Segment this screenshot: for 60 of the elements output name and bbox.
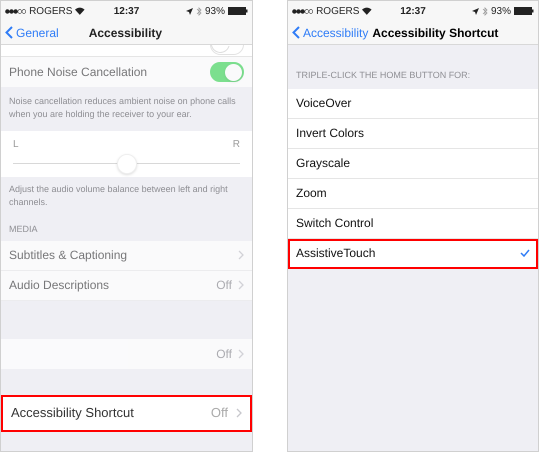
chevron-icon: [236, 408, 242, 418]
status-time: 12:37: [114, 4, 140, 18]
back-chevron-icon: [5, 26, 13, 39]
option-label: Grayscale: [296, 155, 350, 172]
chevron-icon: [238, 280, 244, 290]
settings-row[interactable]: Phone Noise Cancellation: [1, 57, 252, 87]
row-label: Audio Descriptions: [9, 277, 110, 294]
carrier-name: ROGERS: [29, 4, 72, 18]
location-icon: [472, 8, 479, 14]
battery-icon: [228, 7, 248, 15]
footer-note: Adjust the audio volume balance between left and right channels.: [8, 183, 229, 209]
wifi-icon: [75, 7, 85, 15]
row-value: Off: [216, 346, 232, 362]
settings-row[interactable]: Subtitles & Captioning: [1, 240, 252, 270]
location-icon: [186, 8, 193, 14]
toggle-switch[interactable]: [210, 62, 244, 82]
option-row[interactable]: Zoom: [288, 178, 538, 208]
option-label: Switch Control: [296, 215, 374, 232]
screen-title: Accessibility: [88, 24, 162, 42]
slider-thumb[interactable]: [116, 154, 136, 174]
screen-title: Accessibility Shortcut: [372, 24, 498, 42]
option-row[interactable]: VoiceOver: [288, 88, 538, 118]
status-time: 12:37: [400, 4, 426, 18]
chevron-icon: [238, 348, 244, 358]
option-label: Zoom: [296, 185, 327, 202]
option-row[interactable]: AssistiveTouch: [288, 238, 538, 268]
signal-icon: [292, 8, 314, 14]
right-label: R: [232, 138, 240, 152]
row-value: Off: [210, 404, 228, 422]
row-label: Subtitles & Captioning: [9, 247, 128, 264]
checkmark-icon: [520, 249, 530, 257]
back-chevron-icon: [292, 26, 300, 39]
left-label: L: [13, 138, 19, 152]
settings-row[interactable]: Accessibility Shortcut Off: [1, 394, 252, 432]
battery-percent: 93%: [204, 4, 225, 18]
battery-icon: [514, 7, 534, 15]
option-label: Invert Colors: [296, 125, 364, 142]
option-row[interactable]: Grayscale: [288, 148, 538, 178]
bluetooth-icon: [196, 6, 202, 16]
option-label: AssistiveTouch: [296, 245, 376, 262]
section-header: TRIPLE-CLICK THE HOME BUTTON FOR:: [295, 69, 472, 82]
option-label: VoiceOver: [296, 95, 352, 112]
settings-row[interactable]: Audio Descriptions Off: [1, 270, 252, 300]
wifi-icon: [362, 7, 372, 15]
row-label: Accessibility Shortcut: [11, 404, 134, 422]
toggle-switch[interactable]: [210, 45, 244, 55]
footer-note: Noise cancellation reduces ambient noise on phone calls when you are holding the receiver to your ear.: [8, 95, 237, 121]
carrier-name: ROGERS: [316, 4, 360, 18]
signal-icon: [5, 8, 26, 14]
chevron-icon: [238, 250, 244, 260]
back-button[interactable]: General: [1, 24, 59, 42]
option-row[interactable]: Invert Colors: [288, 118, 538, 148]
row-label: Phone Noise Cancellation: [9, 64, 148, 81]
option-row[interactable]: Switch Control: [288, 208, 538, 238]
back-button[interactable]: Accessibility: [288, 24, 368, 42]
bluetooth-icon: [482, 6, 488, 16]
row-value: Off: [216, 277, 232, 294]
balance-slider[interactable]: [13, 154, 240, 174]
battery-percent: 93%: [490, 4, 511, 18]
section-header: MEDIA: [8, 223, 39, 236]
